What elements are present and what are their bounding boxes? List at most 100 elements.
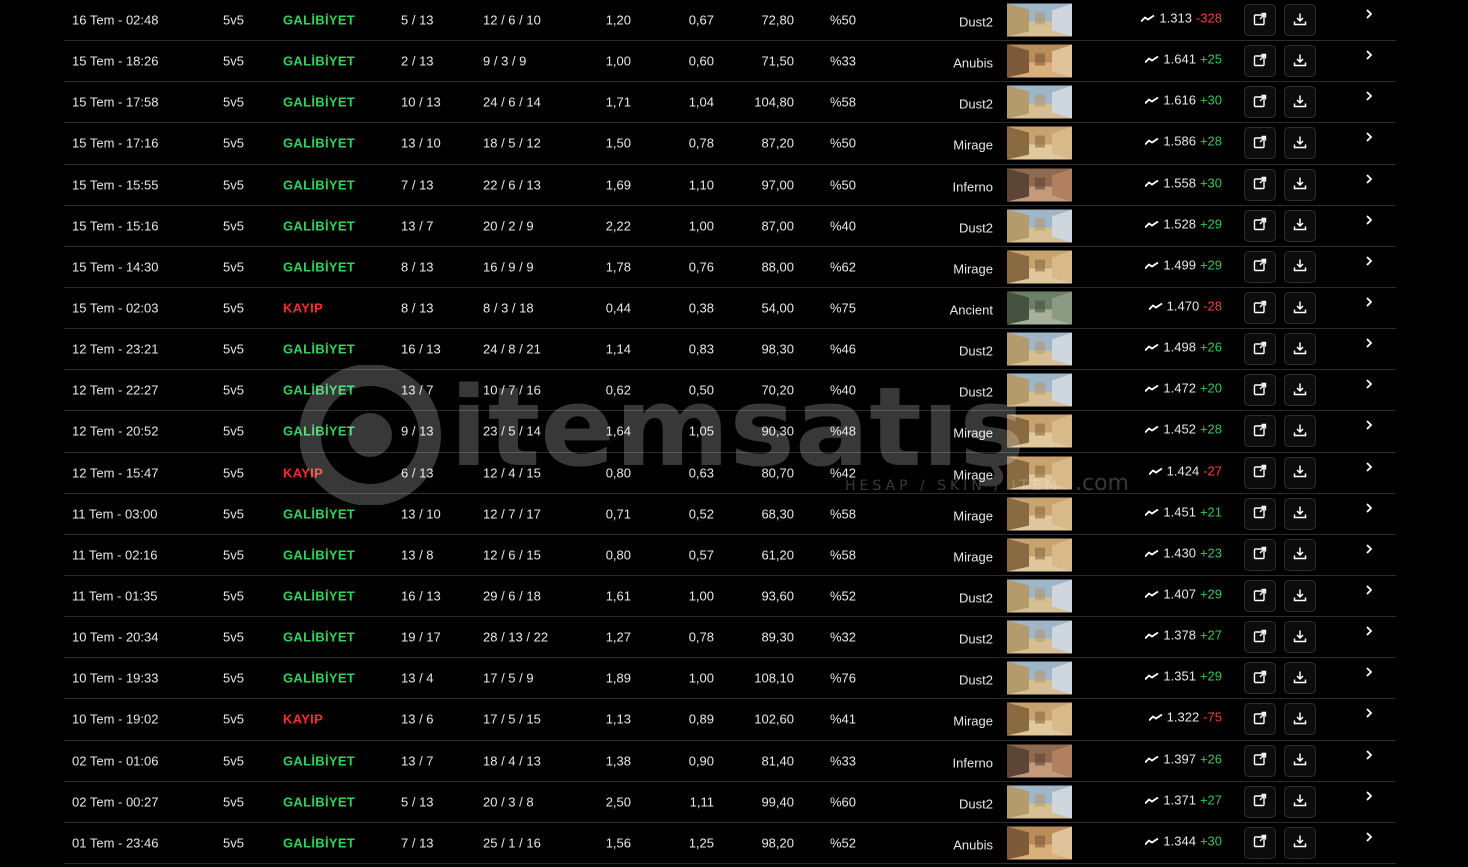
- download-demo-button[interactable]: [1284, 292, 1316, 325]
- match-row[interactable]: 15 Tem - 17:58 5v5 GALİBİYET 10 / 13 24 / 6 …: [64, 82, 1396, 124]
- match-row[interactable]: 10 Tem - 19:33 5v5 GALİBİYET 13 / 4 17 / 5 /…: [64, 658, 1396, 700]
- chevron-right-icon[interactable]: [1363, 790, 1375, 802]
- match-score: 13 / 10: [401, 135, 441, 151]
- chevron-right-icon[interactable]: [1363, 666, 1375, 678]
- open-match-button[interactable]: [1244, 456, 1276, 489]
- match-row[interactable]: 15 Tem - 02:03 5v5 KAYIP 8 / 13 8 / 3 / 18 0,…: [64, 288, 1396, 330]
- download-demo-button[interactable]: [1284, 4, 1316, 37]
- match-row[interactable]: 10 Tem - 20:34 5v5 GALİBİYET 19 / 17 28 / 13…: [64, 617, 1396, 659]
- open-match-button[interactable]: [1244, 538, 1276, 571]
- match-row[interactable]: 02 Tem - 01:06 5v5 GALİBİYET 13 / 7 18 / 4 /…: [64, 741, 1396, 782]
- match-kd-ratio: 1,13: [605, 711, 631, 727]
- chevron-right-icon[interactable]: [1363, 378, 1375, 390]
- download-demo-button[interactable]: [1284, 45, 1316, 78]
- download-demo-button[interactable]: [1284, 785, 1316, 818]
- chevron-right-icon[interactable]: [1363, 461, 1375, 473]
- chevron-right-icon[interactable]: [1363, 543, 1375, 555]
- download-demo-button[interactable]: [1284, 703, 1316, 736]
- match-row[interactable]: 12 Tem - 15:47 5v5 KAYIP 6 / 13 12 / 4 / 15 0…: [64, 453, 1396, 494]
- open-match-button[interactable]: [1244, 333, 1276, 366]
- chevron-right-icon[interactable]: [1363, 337, 1375, 349]
- match-row[interactable]: 11 Tem - 03:00 5v5 GALİBİYET 13 / 10 12 / 7 …: [64, 494, 1396, 535]
- match-row[interactable]: 16 Tem - 02:48 5v5 GALİBİYET 5 / 13 12 / 6 /…: [64, 0, 1396, 42]
- open-match-button[interactable]: [1244, 662, 1276, 695]
- match-kd-ratio: 0,80: [605, 547, 631, 563]
- open-match-button[interactable]: [1244, 826, 1276, 859]
- match-row[interactable]: 11 Tem - 02:16 5v5 GALİBİYET 13 / 8 12 / 6 /…: [64, 535, 1396, 576]
- download-demo-button[interactable]: [1284, 744, 1316, 777]
- open-match-button[interactable]: [1244, 127, 1276, 160]
- chevron-right-icon[interactable]: [1363, 214, 1375, 226]
- download-demo-button[interactable]: [1284, 127, 1316, 160]
- open-match-button[interactable]: [1244, 45, 1276, 78]
- match-row[interactable]: 12 Tem - 23:21 5v5 GALİBİYET 16 / 13 24 / 8 …: [64, 329, 1396, 371]
- map-name: Dust2: [959, 631, 993, 647]
- download-demo-button[interactable]: [1284, 209, 1316, 242]
- chevron-right-icon[interactable]: [1363, 49, 1375, 61]
- match-kda: 23 / 5 / 14: [483, 423, 541, 439]
- download-icon: [1293, 546, 1307, 563]
- chevron-right-icon[interactable]: [1363, 831, 1375, 843]
- match-row[interactable]: 15 Tem - 15:16 5v5 GALİBİYET 13 / 7 20 / 2 /…: [64, 206, 1396, 247]
- download-demo-button[interactable]: [1284, 497, 1316, 530]
- download-icon: [1293, 752, 1307, 769]
- download-demo-button[interactable]: [1284, 374, 1316, 407]
- elo-rating: 1.616 +30: [1144, 93, 1222, 108]
- match-row[interactable]: 15 Tem - 15:55 5v5 GALİBİYET 7 / 13 22 / 6 /…: [64, 165, 1396, 206]
- match-row[interactable]: 02 Tem - 00:27 5v5 GALİBİYET 5 / 13 20 / 3 /…: [64, 782, 1396, 823]
- chevron-right-icon[interactable]: [1363, 502, 1375, 514]
- download-demo-button[interactable]: [1284, 333, 1316, 366]
- open-match-button[interactable]: [1244, 744, 1276, 777]
- download-icon: [1293, 135, 1307, 152]
- match-row[interactable]: 12 Tem - 22:27 5v5 GALİBİYET 13 / 7 10 / 7 /…: [64, 370, 1396, 412]
- download-demo-button[interactable]: [1284, 456, 1316, 489]
- open-match-button[interactable]: [1244, 580, 1276, 613]
- chevron-right-icon[interactable]: [1363, 255, 1375, 267]
- chevron-right-icon[interactable]: [1363, 131, 1375, 143]
- open-match-button[interactable]: [1244, 250, 1276, 283]
- open-match-button[interactable]: [1244, 374, 1276, 407]
- match-row[interactable]: 11 Tem - 01:35 5v5 GALİBİYET 16 / 13 29 / 6 …: [64, 576, 1396, 618]
- match-row[interactable]: 15 Tem - 14:30 5v5 GALİBİYET 8 / 13 16 / 9 /…: [64, 247, 1396, 288]
- chevron-right-icon[interactable]: [1363, 296, 1375, 308]
- match-row[interactable]: 10 Tem - 19:02 5v5 KAYIP 13 / 6 17 / 5 / 15 1…: [64, 699, 1396, 741]
- download-demo-button[interactable]: [1284, 250, 1316, 283]
- match-result: GALİBİYET: [283, 547, 356, 563]
- open-match-button[interactable]: [1244, 209, 1276, 242]
- download-demo-button[interactable]: [1284, 662, 1316, 695]
- chevron-right-icon[interactable]: [1363, 625, 1375, 637]
- open-match-button[interactable]: [1244, 703, 1276, 736]
- match-row[interactable]: 15 Tem - 17:16 5v5 GALİBİYET 13 / 10 18 / 5 …: [64, 123, 1396, 165]
- match-result: GALİBİYET: [283, 94, 356, 110]
- download-icon: [1293, 341, 1307, 358]
- match-damage: 80,70: [761, 465, 794, 481]
- open-match-button[interactable]: [1244, 497, 1276, 530]
- open-match-button[interactable]: [1244, 785, 1276, 818]
- download-demo-button[interactable]: [1284, 580, 1316, 613]
- open-match-button[interactable]: [1244, 4, 1276, 37]
- match-score: 2 / 13: [401, 53, 434, 69]
- chevron-right-icon[interactable]: [1363, 173, 1375, 185]
- chevron-right-icon[interactable]: [1363, 419, 1375, 431]
- download-demo-button[interactable]: [1284, 86, 1316, 119]
- download-demo-button[interactable]: [1284, 415, 1316, 448]
- match-kd-ratio: 0,44: [605, 300, 631, 316]
- download-demo-button[interactable]: [1284, 538, 1316, 571]
- open-match-button[interactable]: [1244, 621, 1276, 654]
- external-link-icon: [1253, 12, 1267, 29]
- chevron-right-icon[interactable]: [1363, 584, 1375, 596]
- download-demo-button[interactable]: [1284, 168, 1316, 201]
- download-demo-button[interactable]: [1284, 826, 1316, 859]
- open-match-button[interactable]: [1244, 168, 1276, 201]
- open-match-button[interactable]: [1244, 86, 1276, 119]
- chevron-right-icon[interactable]: [1363, 90, 1375, 102]
- match-row[interactable]: 01 Tem - 23:46 5v5 GALİBİYET 7 / 13 25 / 1 /…: [64, 823, 1396, 864]
- match-row[interactable]: 12 Tem - 20:52 5v5 GALİBİYET 9 / 13 23 / 5 /…: [64, 411, 1396, 453]
- download-demo-button[interactable]: [1284, 621, 1316, 654]
- match-row[interactable]: 15 Tem - 18:26 5v5 GALİBİYET 2 / 13 9 / 3 / …: [64, 41, 1396, 83]
- chevron-right-icon[interactable]: [1363, 8, 1375, 20]
- chevron-right-icon[interactable]: [1363, 749, 1375, 761]
- open-match-button[interactable]: [1244, 415, 1276, 448]
- open-match-button[interactable]: [1244, 292, 1276, 325]
- chevron-right-icon[interactable]: [1363, 707, 1375, 719]
